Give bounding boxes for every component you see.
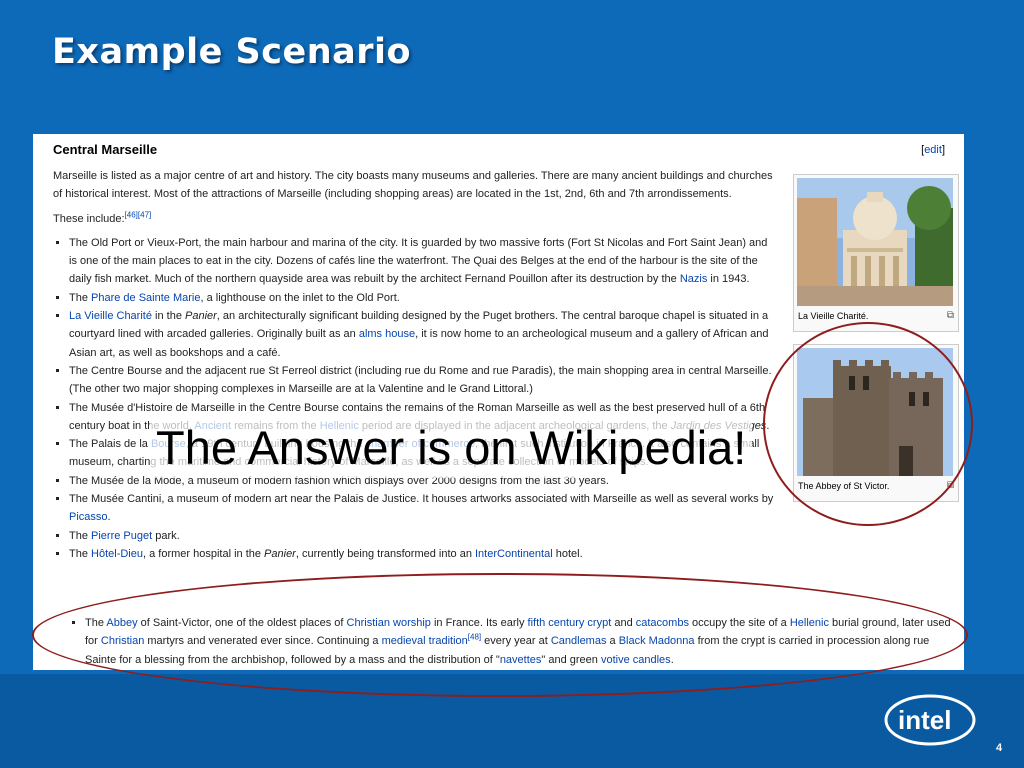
italic-text: Panier [185, 310, 217, 323]
reference-link[interactable]: [46][47] [125, 210, 152, 219]
list-item: The Phare de Sainte Marie, a lighthouse … [69, 289, 778, 307]
edit-link[interactable]: edit [924, 144, 942, 156]
slide-title: Example Scenario [52, 32, 412, 72]
item-text: The Old Port or Vieux-Port, the main har… [69, 236, 768, 286]
enlarge-icon[interactable]: ⧉ [947, 310, 954, 321]
item-text: The [69, 547, 92, 560]
item-text: The Musée Cantini, a museum of modern ar… [69, 493, 774, 506]
intro-paragraph: Marseille is listed as a major centre of… [53, 170, 773, 201]
overlay-answer-text: The Answer is on Wikipedia! [150, 418, 753, 478]
item-text: The Palais de la [69, 438, 151, 451]
item-text: in 1943. [707, 273, 750, 286]
wiki-link[interactable]: Hôtel-Dieu [91, 548, 143, 560]
thumbnail-vieille-charite[interactable]: La Vieille Charité. ⧉ [793, 174, 959, 332]
article-body: Marseille is listed as a major centre of… [53, 167, 778, 563]
highlight-circle-abbey-image [763, 322, 973, 526]
item-text: The [69, 291, 92, 304]
attractions-list: The Old Port or Vieux-Port, the main har… [53, 234, 778, 563]
item-text: , a lighthouse on the inlet to the Old P… [200, 291, 400, 304]
highlight-ellipse-abbey-text [32, 573, 968, 697]
photo-vieille-charite[interactable] [797, 178, 953, 306]
italic-text: Panier [264, 547, 296, 560]
wiki-link[interactable]: Nazis [680, 273, 708, 285]
these-include-label: These include: [53, 212, 125, 225]
edit-section: [edit] [921, 144, 945, 156]
list-item: The Pierre Puget park. [69, 527, 778, 545]
item-text: , a former hospital in the [142, 547, 265, 560]
caption-vieille-charite: La Vieille Charité. [798, 311, 869, 321]
list-item: The Old Port or Vieux-Port, the main har… [69, 234, 778, 289]
wiki-link[interactable]: Phare de Sainte Marie [91, 292, 200, 304]
intel-logo-text: intel [898, 705, 951, 735]
wiki-link[interactable]: Pierre Puget [91, 530, 152, 542]
wiki-link[interactable]: InterContinental [475, 548, 553, 560]
item-text: , currently being transformed into an [295, 547, 475, 560]
intel-logo: intel [884, 688, 978, 748]
page-number: 4 [996, 742, 1003, 754]
item-text: . [107, 511, 111, 524]
section-header: Central Marseille [edit] [53, 142, 953, 160]
wiki-link[interactable]: La Vieille Charité [69, 310, 152, 322]
list-item: The Musée Cantini, a museum of modern ar… [69, 490, 778, 527]
wiki-link[interactable]: alms house [359, 328, 415, 340]
item-text: in the [151, 310, 185, 323]
wiki-link[interactable]: Picasso [69, 511, 108, 523]
item-text: hotel. [552, 547, 583, 560]
section-heading: Central Marseille [53, 142, 158, 157]
item-text: The [69, 529, 92, 542]
list-item: The Hôtel-Dieu, a former hospital in the… [69, 545, 778, 563]
list-item: The Centre Bourse and the adjacent rue S… [69, 362, 778, 399]
item-text: The Centre Bourse and the adjacent rue S… [69, 364, 772, 396]
item-text: park. [152, 529, 180, 542]
these-include: These include:[46][47] [53, 210, 778, 228]
list-item: La Vieille Charité in the Panier, an arc… [69, 307, 778, 362]
